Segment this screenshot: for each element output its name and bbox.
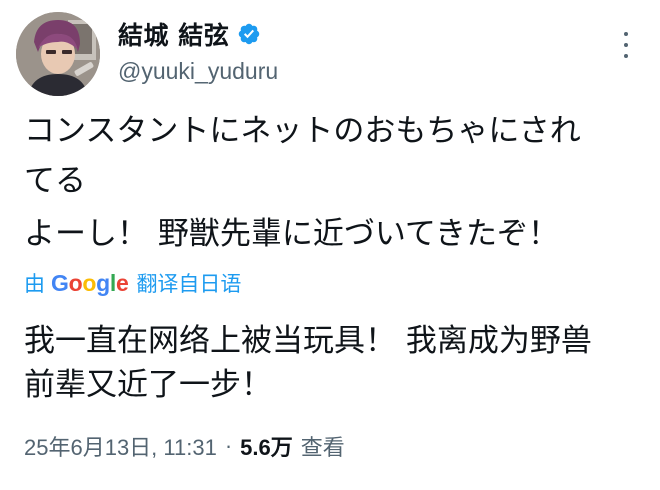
translation-prefix: 由 bbox=[24, 272, 45, 296]
meta-separator: · bbox=[224, 433, 233, 458]
tweet-meta: 25年6月13日, 11:31 · 5.6万 查看 bbox=[24, 430, 345, 462]
author-info: 結城 結弦 @yuuki_yuduru bbox=[118, 16, 278, 85]
views-label: 查看 bbox=[300, 435, 345, 460]
verified-badge-icon[interactable] bbox=[237, 22, 261, 46]
timestamp[interactable]: 25年6月13日, 11:31 bbox=[24, 430, 217, 462]
avatar-photo bbox=[16, 12, 100, 96]
translated-text-line: 前辈又近了一步！ bbox=[24, 367, 272, 403]
avatar[interactable] bbox=[16, 12, 100, 96]
name-row: 結城 結弦 bbox=[118, 16, 278, 52]
more-dot bbox=[624, 32, 628, 36]
views-count: 5.6万 bbox=[240, 435, 293, 460]
more-options-icon[interactable] bbox=[622, 32, 630, 58]
translation-attribution[interactable]: 由 Google 翻译自日语 bbox=[24, 268, 241, 298]
tweet-text-line: よーし！ 野獣先輩に近づいてきたぞ！ bbox=[24, 216, 559, 252]
tweet-text-line: コンスタントにネットのおもちゃにされ bbox=[24, 113, 581, 149]
display-name[interactable]: 結城 結弦 bbox=[118, 16, 229, 52]
more-dot bbox=[624, 54, 628, 58]
user-handle[interactable]: @yuuki_yuduru bbox=[118, 58, 278, 85]
tweet-text-line: てる bbox=[24, 163, 86, 199]
more-dot bbox=[624, 43, 628, 47]
tweet-card: 結城 結弦 @yuuki_yuduru コンスタントにネットのおもちゃにされ て… bbox=[0, 0, 660, 490]
google-logo: Google bbox=[51, 269, 129, 296]
translation-suffix: 翻译自日语 bbox=[136, 272, 242, 296]
